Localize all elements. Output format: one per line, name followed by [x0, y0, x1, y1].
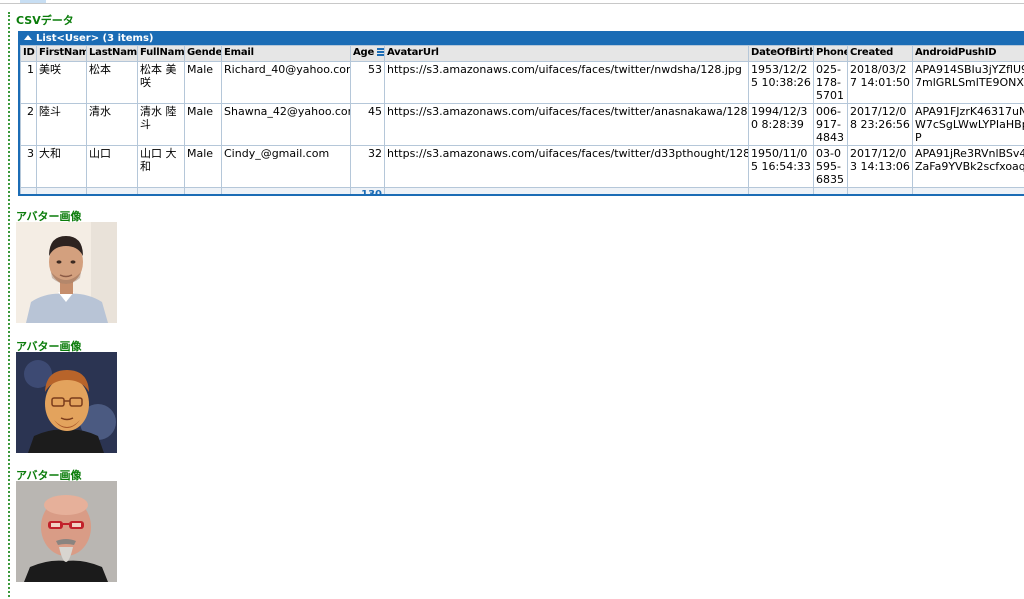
col-header-email[interactable]: Email	[221, 45, 351, 62]
csv-section-title: CSVデータ	[16, 14, 74, 27]
cell-firstname: 美咲	[36, 61, 87, 104]
top-tab-indicator	[20, 0, 46, 3]
footer-cell	[86, 187, 138, 194]
list-header[interactable]: List<User> (3 items)	[20, 33, 1024, 45]
dump-tree-guide	[8, 12, 10, 597]
table-row: 2 陸斗 清水 清水 陸斗 Male Shawna_42@yahoo.com 4…	[20, 103, 1024, 146]
cell-id: 1	[20, 61, 37, 104]
col-header-age[interactable]: Age	[350, 45, 385, 62]
cell-age: 53	[350, 61, 385, 104]
col-header-gender[interactable]: Gender	[184, 45, 222, 62]
cell-created: 2017/12/08 23:26:56	[847, 103, 913, 146]
footer-cell	[384, 187, 749, 194]
col-header-id[interactable]: ID	[20, 45, 37, 62]
cell-phone: 03-0595-6835	[813, 145, 848, 188]
user-list-grid: List<User> (3 items) ID FirstName LastNa…	[18, 31, 1024, 196]
col-header-lastname[interactable]: LastName	[86, 45, 138, 62]
cell-created: 2018/03/27 14:01:50	[847, 61, 913, 104]
col-header-dateofbirth[interactable]: DateOfBirth	[748, 45, 814, 62]
cell-fullname: 山口 大和	[137, 145, 185, 188]
cell-lastname: 山口	[86, 145, 138, 188]
cell-dateofbirth: 1950/11/05 16:54:33	[748, 145, 814, 188]
cell-avatarurl: https://s3.amazonaws.com/uifaces/faces/t…	[384, 61, 749, 104]
cell-firstname: 大和	[36, 145, 87, 188]
cell-gender: Male	[184, 61, 222, 104]
footer-cell	[20, 187, 37, 194]
cell-avatarurl: https://s3.amazonaws.com/uifaces/faces/t…	[384, 103, 749, 146]
cell-dateofbirth: 1994/12/30 8:28:39	[748, 103, 814, 146]
col-header-phone[interactable]: Phone	[813, 45, 848, 62]
age-total: 130	[350, 187, 385, 194]
col-header-age-label: Age	[353, 47, 375, 58]
cell-phone: 006-917-4843	[813, 103, 848, 146]
table-header-row: ID FirstName LastName FullName Gender Em…	[20, 45, 1024, 62]
cell-dateofbirth: 1953/12/25 10:38:26	[748, 61, 814, 104]
footer-cell	[912, 187, 1024, 194]
footer-cell	[184, 187, 222, 194]
cell-androidpushid: APA91FJzrK46317uNW7cSgLWwLYPIaHBpQP	[912, 103, 1024, 146]
footer-cell	[137, 187, 185, 194]
column-menu-icon[interactable]	[377, 48, 384, 56]
table-footer-row: 130	[20, 187, 1024, 194]
cell-gender: Male	[184, 145, 222, 188]
col-header-created[interactable]: Created	[847, 45, 913, 62]
footer-cell	[221, 187, 351, 194]
col-header-androidpushid[interactable]: AndroidPushID	[912, 45, 1024, 62]
cell-fullname: 松本 美咲	[137, 61, 185, 104]
footer-cell	[36, 187, 87, 194]
table-row: 3 大和 山口 山口 大和 Male Cindy_@gmail.com 32 h…	[20, 145, 1024, 188]
cell-gender: Male	[184, 103, 222, 146]
avatar-image-2	[16, 352, 117, 453]
cell-age: 32	[350, 145, 385, 188]
cell-id: 3	[20, 145, 37, 188]
footer-cell	[748, 187, 814, 194]
cell-avatarurl: https://s3.amazonaws.com/uifaces/faces/t…	[384, 145, 749, 188]
top-divider	[0, 3, 1024, 4]
cell-email: Shawna_42@yahoo.com	[221, 103, 351, 146]
avatar-image-1	[16, 222, 117, 323]
collapse-triangle-icon[interactable]	[24, 35, 32, 40]
avatar-image-3	[16, 481, 117, 582]
footer-cell	[847, 187, 913, 194]
col-header-fullname[interactable]: FullName	[137, 45, 185, 62]
col-header-avatarurl[interactable]: AvatarUrl	[384, 45, 749, 62]
cell-androidpushid: APA91jRe3RVnlBSv4rnZaFa9YVBk2scfxoaq	[912, 145, 1024, 188]
user-table: ID FirstName LastName FullName Gender Em…	[20, 45, 1024, 194]
cell-email: Cindy_@gmail.com	[221, 145, 351, 188]
cell-phone: 025-178-5701	[813, 61, 848, 104]
cell-androidpushid: APA914SBIu3jYZflU9c7mlGRLSmlTE9ONXyc	[912, 61, 1024, 104]
cell-lastname: 清水	[86, 103, 138, 146]
col-header-firstname[interactable]: FirstName	[36, 45, 87, 62]
cell-lastname: 松本	[86, 61, 138, 104]
cell-created: 2017/12/03 14:13:06	[847, 145, 913, 188]
cell-firstname: 陸斗	[36, 103, 87, 146]
footer-cell	[813, 187, 848, 194]
cell-email: Richard_40@yahoo.com	[221, 61, 351, 104]
list-header-label: List<User> (3 items)	[36, 33, 154, 44]
table-row: 1 美咲 松本 松本 美咲 Male Richard_40@yahoo.com …	[20, 61, 1024, 104]
cell-id: 2	[20, 103, 37, 146]
cell-fullname: 清水 陸斗	[137, 103, 185, 146]
cell-age: 45	[350, 103, 385, 146]
